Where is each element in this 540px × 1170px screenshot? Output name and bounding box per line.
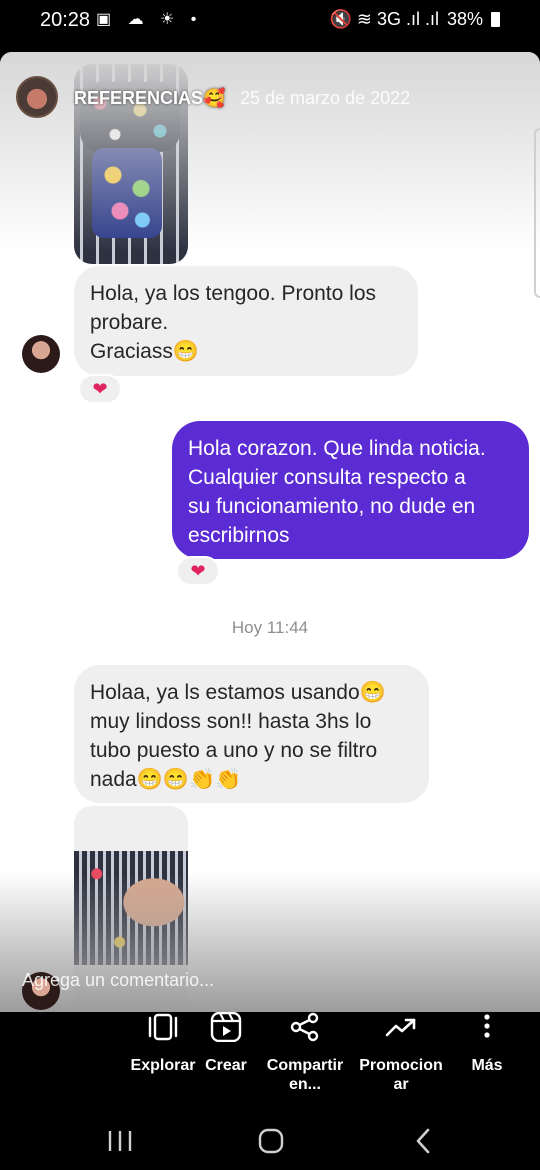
reels-icon [210, 1012, 242, 1042]
message-line: Cualquier consulta respecto a [188, 466, 466, 489]
story-username[interactable]: REFERENCIAS🥰 [74, 88, 225, 109]
message-line: Holaa, ya ls estamos usando😁 [90, 681, 386, 704]
story-date: 25 de marzo de 2022 [240, 88, 411, 108]
network-icons: 🔇 ≋ 3G .ıl .ıl [329, 9, 439, 29]
more-label: Más [471, 1057, 503, 1074]
promote-button[interactable]: Promocion ar [358, 1012, 444, 1094]
story-avatar[interactable] [16, 76, 58, 118]
share-button[interactable]: Compartir en... [262, 1012, 348, 1094]
create-button[interactable]: Crear [200, 1012, 252, 1075]
promote-label: Promocion ar [358, 1056, 444, 1094]
battery-level: 38% [446, 9, 483, 29]
message-line: probare. [90, 311, 169, 334]
message-line: Graciass😁 [90, 340, 199, 363]
message-line: Hola, ya los tengoo. Pronto los [90, 282, 377, 305]
incoming-message-1[interactable]: Hola, ya los tengoo. Pronto los probare.… [74, 266, 418, 376]
heart-reaction-icon[interactable]: ❤ [176, 556, 220, 586]
create-label: Crear [205, 1057, 247, 1074]
message-line: escribirnos [188, 524, 290, 547]
message-line: Hola corazon. Que linda noticia. [188, 437, 486, 460]
incoming-message-2[interactable]: Holaa, ya ls estamos usando😁 muy lindoss… [74, 665, 429, 803]
baby-photo [74, 851, 188, 965]
promote-label-line: ar [393, 1076, 409, 1093]
back-icon[interactable] [393, 1124, 453, 1158]
battery-icon [491, 12, 500, 27]
system-nav-bar [0, 1112, 540, 1170]
share-icon [290, 1012, 319, 1042]
comment-input[interactable]: Agrega un comentario... [22, 970, 214, 991]
explore-icon [148, 1013, 178, 1041]
share-label-line: Compartir [266, 1057, 344, 1074]
promote-label-line: Promocion [359, 1057, 443, 1074]
message-line: tubo puesto a uno y no se filtro [90, 739, 378, 762]
status-right: 🔇 ≋ 3G .ıl .ıl 38% [329, 9, 500, 30]
more-button[interactable]: Más [460, 1012, 514, 1075]
home-icon[interactable] [241, 1124, 301, 1158]
message-line: su funcionamiento, no dude en [188, 495, 476, 518]
story-toolbar: Explorar Crear Compartir en... Promocion… [0, 1012, 540, 1112]
time-separator: Hoy 11:44 [231, 618, 309, 637]
explore-button[interactable]: Explorar [126, 1012, 200, 1075]
trending-icon [385, 1018, 416, 1037]
share-label: Compartir en... [262, 1056, 348, 1094]
status-bar: 20:28 ▣ ☁ ☀ • 🔇 ≋ 3G .ıl .ıl 38% [0, 0, 540, 42]
recent-apps-icon[interactable] [90, 1124, 150, 1158]
sender-avatar[interactable] [22, 335, 60, 373]
story-card[interactable]: REFERENCIAS🥰 25 de marzo de 2022 Hola, y… [0, 52, 540, 1012]
message-line: muy lindoss son!! hasta 3hs lo [90, 710, 372, 733]
next-story-edge[interactable] [534, 128, 540, 298]
explore-label: Explorar [130, 1057, 196, 1074]
notification-icons: ▣ ☁ ☀ • [96, 11, 203, 28]
heart-reaction-icon[interactable]: ❤ [78, 374, 122, 404]
status-time: 20:28 [40, 9, 91, 31]
diaper-print-2 [92, 148, 162, 238]
more-icon [484, 1014, 490, 1038]
message-line: nada😁😁👏👏 [90, 768, 242, 791]
outgoing-message[interactable]: Hola corazon. Que linda noticia. Cualqui… [172, 421, 529, 559]
share-label-line: en... [288, 1076, 321, 1093]
